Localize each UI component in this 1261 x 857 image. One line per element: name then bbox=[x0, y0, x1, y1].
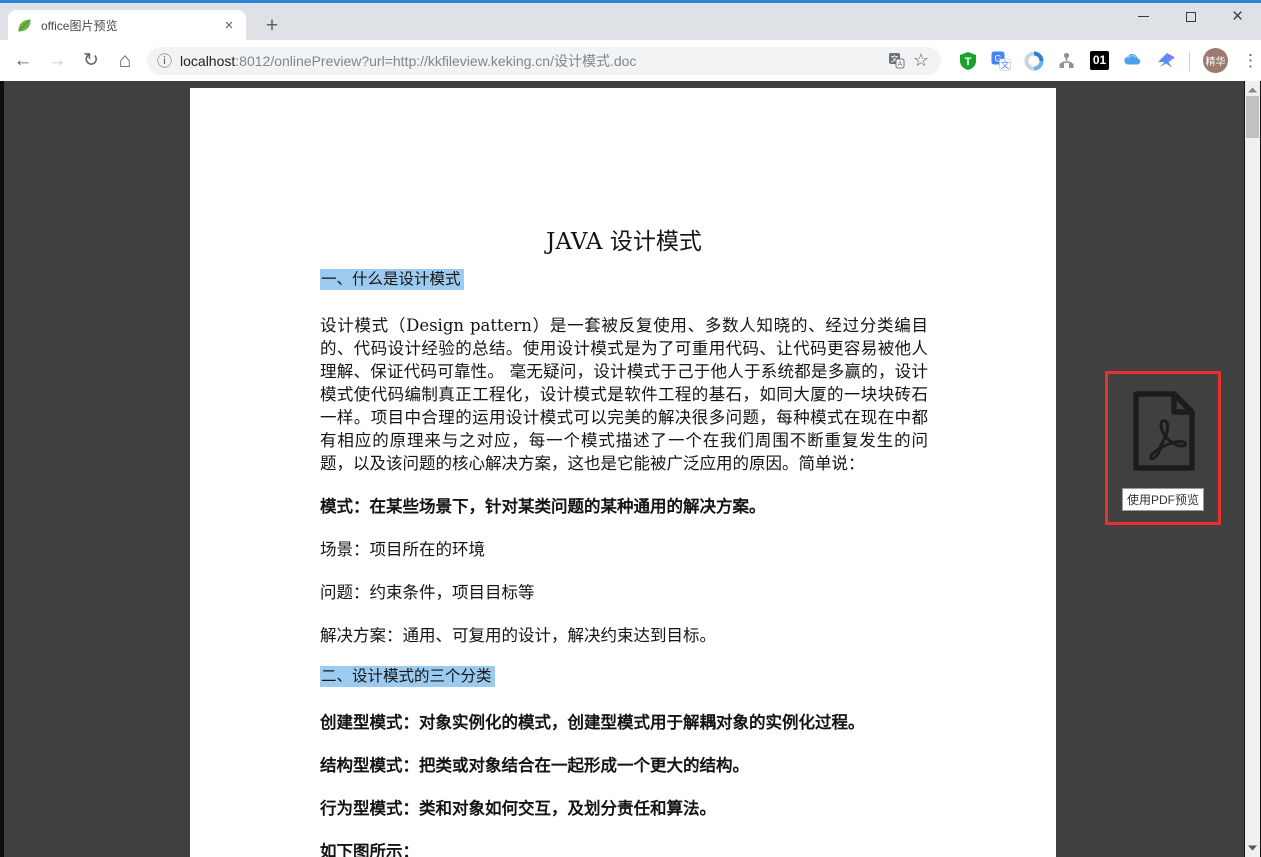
cloud-extension-icon[interactable] bbox=[1122, 50, 1143, 71]
scrollbar-thumb[interactable] bbox=[1246, 96, 1259, 138]
tab-title: office图片预览 bbox=[41, 17, 220, 34]
pdf-file-icon bbox=[1128, 390, 1198, 472]
minimize-icon bbox=[1138, 16, 1149, 17]
minimize-button[interactable] bbox=[1120, 0, 1167, 33]
close-button[interactable]: × bbox=[1214, 0, 1261, 33]
document-line-creational: 创建型模式：对象实例化的模式，创建型模式用于解耦对象的实例化过程。 bbox=[320, 711, 928, 734]
document-line-scene: 场景：项目所在的环境 bbox=[320, 538, 928, 561]
spring-leaf-favicon bbox=[16, 17, 33, 34]
proxy-sitemap-extension-icon[interactable] bbox=[1056, 50, 1077, 71]
vertical-scrollbar[interactable] bbox=[1244, 81, 1261, 857]
window-controls: × bbox=[1120, 0, 1261, 33]
home-button[interactable]: ⌂ bbox=[111, 47, 139, 75]
browser-menu-icon[interactable]: ⋮ bbox=[1242, 51, 1259, 71]
toolbar-divider bbox=[1189, 51, 1190, 71]
pdf-preview-label: 使用PDF预览 bbox=[1122, 488, 1204, 511]
download-manager-extension-icon[interactable] bbox=[1023, 50, 1044, 71]
document-line-solution: 解决方案：通用、可复用的设计，解决约束达到目标。 bbox=[320, 624, 928, 647]
tab-strip: office图片预览 × + × bbox=[0, 3, 1261, 40]
document-title: JAVA 设计模式 bbox=[320, 226, 928, 258]
document-heading-2: 二、设计模式的三个分类 bbox=[320, 667, 928, 686]
document-line-figure: 如下图所示： bbox=[320, 840, 928, 857]
tab-close-icon[interactable]: × bbox=[220, 16, 238, 34]
translate-extension-icon[interactable]: G 文 bbox=[990, 50, 1011, 71]
url-domain: localhost bbox=[180, 53, 235, 69]
document-line-behavioral: 行为型模式：类和对象如何交互，及划分责任和算法。 bbox=[320, 797, 928, 820]
pdf-preview-button[interactable]: 使用PDF预览 bbox=[1105, 371, 1221, 525]
url-text[interactable]: localhost:8012/onlinePreview?url=http://… bbox=[180, 51, 884, 71]
page-info-icon[interactable]: ⓘ bbox=[157, 50, 172, 71]
document-paragraph-intro: 设计模式（Design pattern）是一套被反复使用、多数人知晓的、经过分类… bbox=[320, 314, 928, 475]
svg-text:T: T bbox=[964, 56, 971, 68]
profile-avatar[interactable]: 精华 bbox=[1203, 48, 1228, 73]
scroll-down-icon[interactable] bbox=[1245, 841, 1260, 855]
refresh-button[interactable]: ↻ bbox=[77, 47, 105, 75]
translate-page-icon[interactable]: 文 A bbox=[888, 52, 905, 69]
extensions-area: T G 文 bbox=[951, 48, 1261, 73]
address-bar[interactable]: ⓘ localhost:8012/onlinePreview?url=http:… bbox=[147, 47, 941, 75]
01-extension-icon[interactable]: 01 bbox=[1089, 50, 1110, 71]
bookmark-star-icon[interactable]: ☆ bbox=[913, 50, 929, 71]
close-icon: × bbox=[1232, 7, 1243, 26]
scroll-up-icon[interactable] bbox=[1245, 83, 1260, 97]
svg-text:文: 文 bbox=[1000, 59, 1009, 70]
browser-tab[interactable]: office图片预览 × bbox=[8, 10, 246, 40]
maximize-icon bbox=[1186, 12, 1196, 22]
content-left-edge bbox=[0, 81, 4, 857]
browser-window: office图片预览 × + × ← → ↻ ⌂ ⓘ localhost:801… bbox=[0, 0, 1261, 857]
document-line-pattern: 模式：在某些场景下，针对某类问题的某种通用的解决方案。 bbox=[320, 495, 928, 518]
browser-toolbar: ← → ↻ ⌂ ⓘ localhost:8012/onlinePreview?u… bbox=[0, 40, 1261, 81]
bird-extension-icon[interactable] bbox=[1155, 50, 1176, 71]
new-tab-button[interactable]: + bbox=[258, 12, 286, 40]
svg-text:A: A bbox=[898, 61, 903, 68]
url-path: :8012/onlinePreview?url=http://kkfilevie… bbox=[235, 53, 636, 69]
document-heading-1: 一、什么是设计模式 bbox=[320, 270, 928, 289]
page-content-area: JAVA 设计模式 一、什么是设计模式 设计模式（Design pattern）… bbox=[0, 81, 1261, 857]
tampermonkey-extension-icon[interactable]: T bbox=[957, 50, 978, 71]
document-line-problem: 问题：约束条件，项目目标等 bbox=[320, 581, 928, 604]
document-line-structural: 结构型模式：把类或对象结合在一起形成一个更大的结构。 bbox=[320, 754, 928, 777]
maximize-button[interactable] bbox=[1167, 0, 1214, 33]
forward-button[interactable]: → bbox=[43, 47, 71, 75]
back-button[interactable]: ← bbox=[9, 47, 37, 75]
document-preview-page: JAVA 设计模式 一、什么是设计模式 设计模式（Design pattern）… bbox=[190, 88, 1056, 857]
01-badge: 01 bbox=[1090, 51, 1109, 69]
